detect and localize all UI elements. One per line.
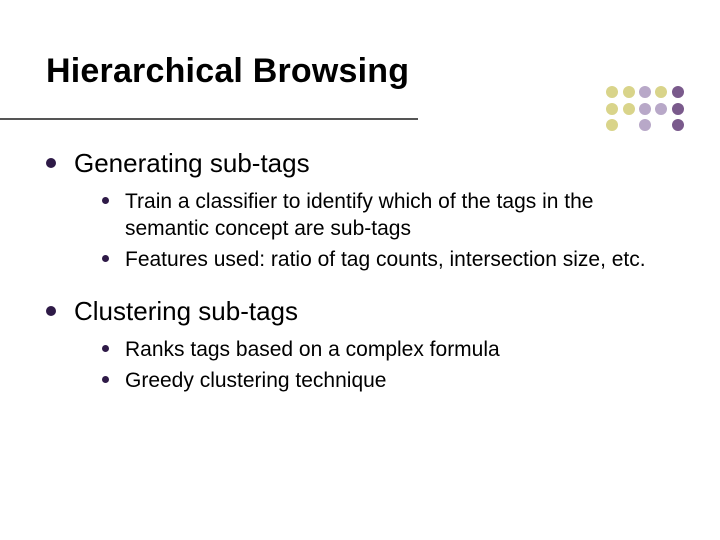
level1-text: Generating sub-tags (74, 147, 310, 180)
bullet-level2: Features used: ratio of tag counts, inte… (102, 246, 674, 273)
dot-icon (672, 119, 684, 131)
dot-icon (606, 103, 618, 115)
bullet-level2: Greedy clustering technique (102, 367, 674, 394)
level2-text: Features used: ratio of tag counts, inte… (125, 246, 646, 273)
bullet-level2: Ranks tags based on a complex formula (102, 336, 674, 363)
dot-icon (623, 103, 635, 115)
bullet-icon (46, 306, 56, 316)
dots-row (604, 117, 686, 133)
slide-title: Hierarchical Browsing (46, 52, 674, 91)
dot-icon (639, 86, 651, 98)
bullet-level2: Train a classifier to identify which of … (102, 188, 674, 243)
bullet-level1: Generating sub-tags (46, 147, 674, 180)
bullet-level1: Clustering sub-tags (46, 295, 674, 328)
dots-row (604, 100, 686, 116)
dot-icon (655, 86, 667, 98)
dots-row (604, 84, 686, 100)
dot-icon (623, 119, 635, 131)
dot-icon (639, 119, 651, 131)
dot-icon (672, 103, 684, 115)
dot-icon (606, 86, 618, 98)
dot-icon (623, 86, 635, 98)
bullet-icon (102, 345, 109, 352)
bullet-icon (102, 197, 109, 204)
level2-text: Ranks tags based on a complex formula (125, 336, 500, 363)
bullet-icon (102, 376, 109, 383)
title-separator (0, 118, 418, 120)
sub-bullets: Ranks tags based on a complex formula Gr… (102, 336, 674, 395)
dot-icon (672, 86, 684, 98)
sub-bullets: Train a classifier to identify which of … (102, 188, 674, 274)
bullet-icon (46, 158, 56, 168)
dot-icon (655, 119, 667, 131)
level1-text: Clustering sub-tags (74, 295, 298, 328)
bullet-icon (102, 255, 109, 262)
level2-text: Greedy clustering technique (125, 367, 387, 394)
dot-icon (639, 103, 651, 115)
dot-icon (606, 119, 618, 131)
decorative-dots (604, 84, 686, 133)
slide: Hierarchical Browsing Generating (0, 0, 720, 540)
slide-content: Generating sub-tags Train a classifier t… (46, 147, 674, 394)
level2-text: Train a classifier to identify which of … (125, 188, 665, 243)
dot-icon (655, 103, 667, 115)
